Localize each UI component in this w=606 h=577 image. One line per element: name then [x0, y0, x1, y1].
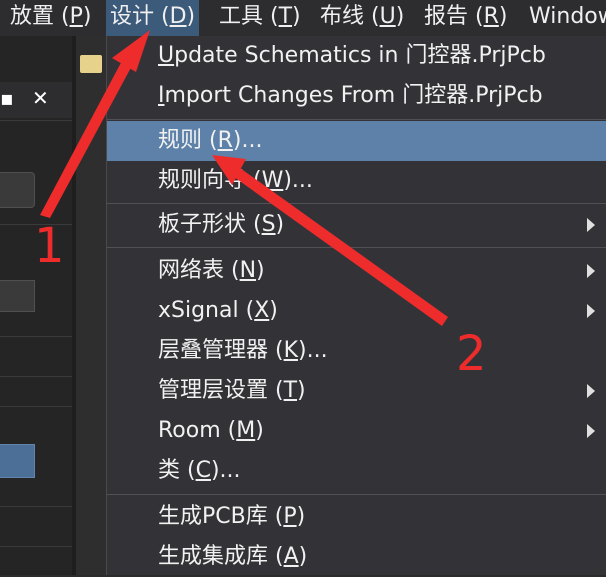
menu-item-update-schematics[interactable]: Update Schematics in 门控器.PrjPcb — [107, 36, 606, 76]
panel-list-item[interactable] — [0, 280, 35, 312]
annotation-step-2: 2 — [456, 326, 487, 382]
menu-bar: 放置 (P) 设计 (D) 工具 (T) 布线 (U) 报告 (R) Windo… — [0, 0, 606, 37]
menu-item-make-integrated-library[interactable]: 生成集成库 (A) — [107, 537, 606, 577]
menu-route[interactable]: 布线 (U) — [320, 0, 404, 36]
panel-search-box[interactable] — [0, 172, 35, 208]
panel-selected-item[interactable] — [0, 444, 35, 478]
menu-item-board-shape[interactable]: 板子形状 (S) — [107, 205, 606, 245]
menu-reports[interactable]: 报告 (R) — [424, 0, 507, 36]
menu-design[interactable]: 设计 (D) — [106, 0, 200, 36]
menu-separator — [107, 494, 606, 495]
submenu-arrow-icon — [587, 218, 595, 232]
menu-item-classes[interactable]: 类 (C)... — [107, 451, 606, 491]
menu-separator — [107, 247, 606, 248]
close-icon[interactable]: ✕ — [32, 86, 49, 110]
folder-icon — [80, 55, 102, 73]
menu-window[interactable]: Window — [529, 0, 606, 36]
panel-divider — [0, 336, 72, 337]
menu-item-room[interactable]: Room (M) — [107, 411, 606, 451]
design-menu-dropdown: Update Schematics in 门控器.PrjPcb Import C… — [106, 36, 606, 575]
panel-divider — [0, 546, 72, 547]
submenu-arrow-icon — [587, 384, 595, 398]
panel-divider — [0, 406, 72, 407]
pin-icon[interactable]: ▪ — [0, 86, 14, 110]
submenu-arrow-icon — [587, 304, 595, 318]
menu-item-netlist[interactable]: 网络表 (N) — [107, 251, 606, 291]
menu-item-xsignal[interactable]: xSignal (X) — [107, 291, 606, 331]
menu-place[interactable]: 放置 (P) — [10, 0, 91, 36]
document-area — [76, 36, 106, 575]
submenu-arrow-icon — [587, 264, 595, 278]
annotation-step-1: 1 — [34, 218, 65, 274]
menu-tools[interactable]: 工具 (T) — [219, 0, 301, 36]
panel-divider — [0, 506, 72, 507]
menu-item-rules[interactable]: 规则 (R)... — [107, 121, 606, 161]
menu-item-make-pcb-library[interactable]: 生成PCB库 (P) — [107, 497, 606, 537]
panel-divider — [0, 120, 72, 121]
submenu-arrow-icon — [587, 424, 595, 438]
panel-header: ▪ ✕ — [0, 82, 72, 118]
left-panel: ▪ ✕ — [0, 36, 72, 575]
menu-item-rule-wizard[interactable]: 规则向导 (W)... — [107, 161, 606, 201]
menu-item-manage-layer-sets[interactable]: 管理层设置 (T) — [107, 371, 606, 411]
panel-divider — [0, 376, 72, 377]
menu-item-import-changes[interactable]: Import Changes From 门控器.PrjPcb — [107, 76, 606, 116]
menu-item-layer-stack-manager[interactable]: 层叠管理器 (K)... — [107, 331, 606, 371]
menu-separator — [107, 203, 606, 204]
menu-separator — [107, 119, 606, 120]
